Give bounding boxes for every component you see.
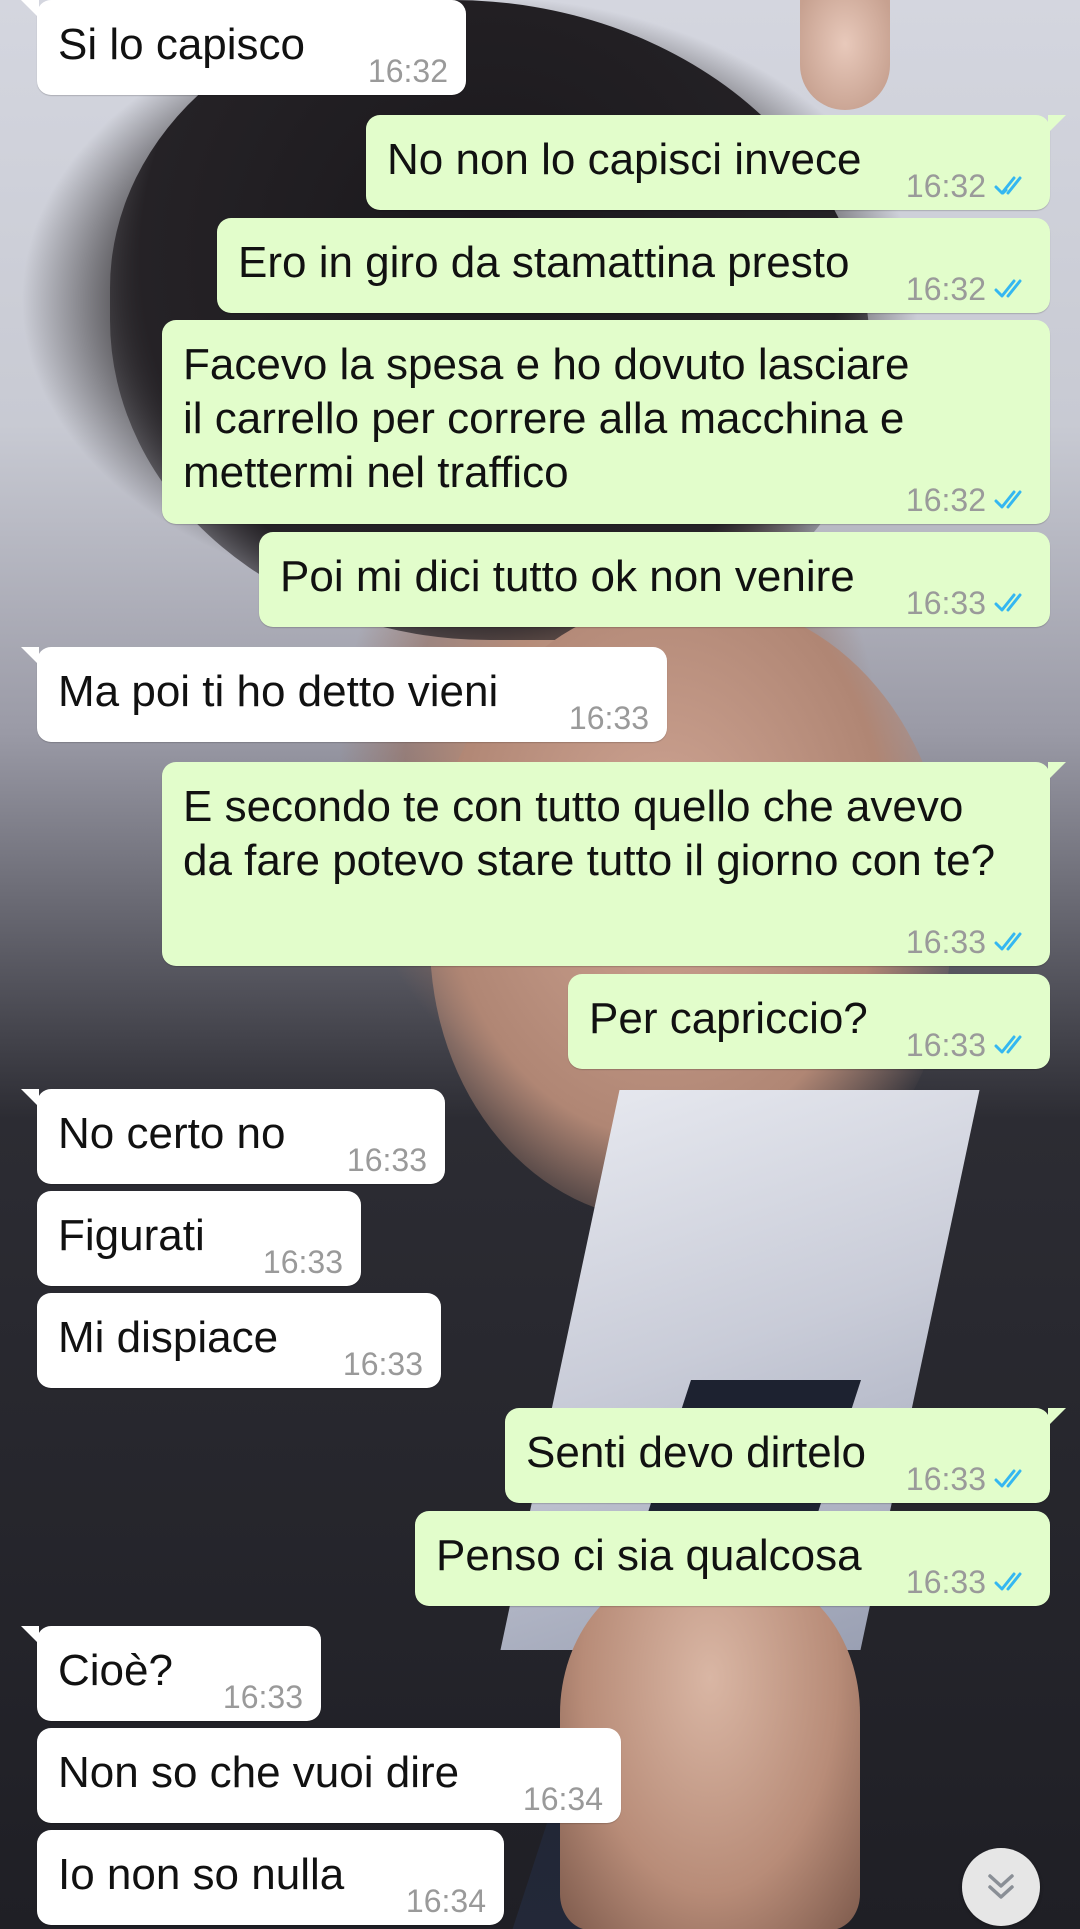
message-time: 16:33 <box>905 1564 986 1600</box>
message-meta: 16:32 <box>368 51 448 91</box>
message-bubble-incoming[interactable]: Figurati 16:33 <box>37 1191 361 1286</box>
message-bubble-incoming[interactable]: Io non so nulla 16:34 <box>37 1830 504 1925</box>
message-bubble-outgoing[interactable]: Facevo la spesa e ho dovuto lasciare il … <box>162 320 1050 524</box>
message-meta: 16:32 <box>906 269 1032 309</box>
message-time: 16:32 <box>905 168 986 204</box>
message-time: 16:33 <box>568 700 649 736</box>
message-text: Si lo capisco <box>58 20 306 69</box>
message-meta: 16:33 <box>906 583 1032 623</box>
message-meta: 16:33 <box>906 1025 1032 1065</box>
read-ticks-icon <box>994 176 1022 195</box>
message-time: 16:32 <box>367 53 448 89</box>
read-ticks-icon <box>994 593 1022 612</box>
message-bubble-outgoing[interactable]: No non lo capisci invece 16:32 <box>366 115 1066 210</box>
message-text: Penso ci sia qualcosa <box>436 1531 862 1580</box>
message-time: 16:33 <box>342 1346 423 1382</box>
scroll-to-bottom-button[interactable] <box>962 1848 1040 1926</box>
message-meta: 16:32 <box>906 166 1032 206</box>
message-meta: 16:33 <box>343 1344 423 1384</box>
read-ticks-icon <box>994 279 1022 298</box>
message-text: Figurati <box>58 1211 205 1260</box>
message-time: 16:32 <box>905 482 986 518</box>
message-text: Poi mi dici tutto ok non venire <box>280 552 855 601</box>
message-bubble-incoming[interactable]: Ma poi ti ho detto vieni 16:33 <box>21 647 667 742</box>
message-bubble-outgoing[interactable]: Ero in giro da stamattina presto 16:32 <box>217 218 1050 313</box>
message-text: No non lo capisci invece <box>387 135 862 184</box>
message-time: 16:33 <box>262 1244 343 1280</box>
message-bubble-incoming[interactable]: Si lo capisco 16:32 <box>21 0 466 95</box>
message-meta: 16:33 <box>223 1677 303 1717</box>
message-text: Cioè? <box>58 1646 173 1695</box>
message-bubble-incoming[interactable]: Cioè? 16:33 <box>21 1626 321 1721</box>
message-bubble-outgoing[interactable]: Per capriccio? 16:33 <box>568 974 1050 1069</box>
message-text: E secondo te con tutto quello che avevo … <box>183 782 996 885</box>
read-ticks-icon <box>994 1469 1022 1488</box>
message-time: 16:34 <box>522 1781 603 1817</box>
message-time: 16:33 <box>905 1027 986 1063</box>
message-time: 16:34 <box>405 1883 486 1919</box>
message-meta: 16:34 <box>406 1881 486 1921</box>
message-time: 16:33 <box>905 924 986 960</box>
read-ticks-icon <box>994 932 1022 951</box>
double-chevron-down-icon <box>988 1874 1014 1899</box>
message-bubble-outgoing[interactable]: Poi mi dici tutto ok non venire 16:33 <box>259 532 1050 627</box>
message-bubble-incoming[interactable]: Non so che vuoi dire 16:34 <box>37 1728 621 1823</box>
message-text: Senti devo dirtelo <box>526 1428 866 1477</box>
message-text: No certo no <box>58 1109 286 1158</box>
read-ticks-icon <box>994 1572 1022 1591</box>
message-meta: 16:33 <box>347 1140 427 1180</box>
message-text: Per capriccio? <box>589 994 868 1043</box>
message-bubble-outgoing[interactable]: Senti devo dirtelo 16:33 <box>505 1408 1066 1503</box>
message-time: 16:33 <box>346 1142 427 1178</box>
message-meta: 16:33 <box>906 922 1032 962</box>
message-list[interactable]: Si lo capisco 16:32 No non lo capisci in… <box>0 0 1080 1929</box>
message-text: Io non so nulla <box>58 1850 345 1899</box>
message-time: 16:33 <box>222 1679 303 1715</box>
message-text: Mi dispiace <box>58 1313 279 1362</box>
message-meta: 16:33 <box>263 1242 343 1282</box>
message-bubble-incoming[interactable]: Mi dispiace 16:33 <box>37 1293 441 1388</box>
message-text: Non so che vuoi dire <box>58 1748 460 1797</box>
message-bubble-outgoing[interactable]: E secondo te con tutto quello che avevo … <box>162 762 1066 966</box>
message-bubble-incoming[interactable]: No certo no 16:33 <box>21 1089 445 1184</box>
read-ticks-icon <box>994 490 1022 509</box>
message-time: 16:33 <box>905 1461 986 1497</box>
message-meta: 16:33 <box>906 1562 1032 1602</box>
read-ticks-icon <box>994 1035 1022 1054</box>
message-meta: 16:34 <box>523 1779 603 1819</box>
message-bubble-outgoing[interactable]: Penso ci sia qualcosa 16:33 <box>415 1511 1050 1606</box>
message-meta: 16:33 <box>569 698 649 738</box>
message-text: Ero in giro da stamattina presto <box>238 238 850 287</box>
message-text: Ma poi ti ho detto vieni <box>58 667 499 716</box>
message-text: Facevo la spesa e ho dovuto lasciare il … <box>183 340 910 497</box>
message-meta: 16:33 <box>906 1459 1032 1499</box>
message-meta: 16:32 <box>906 480 1032 520</box>
message-time: 16:32 <box>905 271 986 307</box>
message-time: 16:33 <box>905 585 986 621</box>
